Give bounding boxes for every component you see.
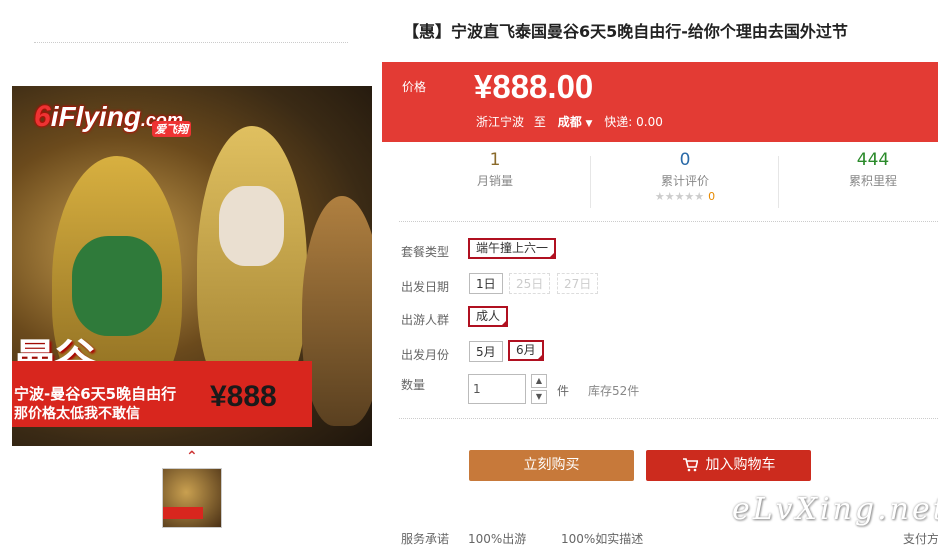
option-label-crowd: 出游人群 <box>401 313 450 327</box>
option-date-1[interactable]: 1日 <box>469 273 503 294</box>
banner-line-2: 那价格太低我不敢信 <box>14 406 140 422</box>
add-to-cart-button[interactable]: 加入购物车 <box>646 450 811 481</box>
divider <box>399 418 938 419</box>
mask-figure-background <box>302 196 372 426</box>
cart-icon <box>682 458 698 472</box>
left-divider <box>34 42 348 43</box>
add-to-cart-label: 加入购物车 <box>705 457 776 473</box>
payment-label: 支付方 <box>903 532 938 546</box>
shipping-to: 至 <box>533 115 546 129</box>
option-date-25[interactable]: 25日 <box>509 273 551 294</box>
shipping-cost: 快递: 0.00 <box>604 115 663 129</box>
price-label: 价格 <box>402 80 427 94</box>
rating-stars-icon: ★★★★★ 0 <box>654 190 716 203</box>
quantity-increment-icon[interactable]: ▲ <box>531 374 547 388</box>
option-label-package: 套餐类型 <box>401 245 450 259</box>
quantity-input[interactable]: 1 <box>468 374 526 404</box>
banner-price: ¥888 <box>210 380 277 413</box>
image-promo-banner: 宁波-曼谷6天5晚自由行 那价格太低我不敢信 ¥888 <box>12 361 312 427</box>
quantity-unit: 件 <box>557 384 570 398</box>
option-date-27[interactable]: 27日 <box>557 273 599 294</box>
banner-line-1: 宁波-曼谷6天5晚自由行 <box>14 385 177 403</box>
product-thumbnail[interactable] <box>162 468 222 528</box>
destination-dropdown[interactable]: 成都 <box>558 115 582 129</box>
option-month-6[interactable]: 6月 <box>508 340 544 361</box>
service-label: 服务承诺 <box>401 532 450 546</box>
divider <box>399 221 938 222</box>
quantity-decrement-icon[interactable]: ▼ <box>531 390 547 404</box>
stock-count: 库存52件 <box>588 384 640 398</box>
stat-mileage: 444 累积里程 <box>848 150 897 188</box>
shipping-info: 浙江宁波 至 成都 ▼ 快递: 0.00 <box>476 113 663 130</box>
product-main-image[interactable]: 6iFlying.com 爱飞翔 曼谷 宁波-曼谷6天5晚自由行 那价格太低我不… <box>12 86 372 446</box>
chevron-down-icon[interactable]: ▼ <box>586 119 593 129</box>
price-value: ¥888.00 <box>474 68 594 105</box>
service-item-description: 100%如实描述 <box>561 532 644 546</box>
option-package-selected[interactable]: 端午撞上六一 <box>468 238 557 259</box>
option-label-date: 出发日期 <box>401 280 450 294</box>
stat-monthly-sales: 1 月销量 <box>476 150 513 188</box>
price-panel: 价格 ¥888.00 浙江宁波 至 成都 ▼ 快递: 0.00 <box>382 62 938 142</box>
buy-now-button[interactable]: 立刻购买 <box>469 450 634 481</box>
brand-logo-subtitle: 爱飞翔 <box>152 121 191 137</box>
stat-reviews[interactable]: 0 累计评价 ★★★★★ 0 <box>592 150 778 203</box>
service-item-travel: 100%出游 <box>468 532 527 546</box>
option-crowd-adult[interactable]: 成人 <box>468 306 509 327</box>
product-stats: 1 月销量 0 累计评价 ★★★★★ 0 444 累积里程 <box>392 150 938 212</box>
site-watermark: eLvXing.net <box>732 492 938 527</box>
option-month-5[interactable]: 5月 <box>469 341 503 362</box>
quantity-label: 数量 <box>401 378 426 392</box>
shipping-origin: 浙江宁波 <box>476 115 525 129</box>
product-title: 【惠】宁波直飞泰国曼谷6天5晚自由行-给你个理由去国外过节 <box>403 22 848 41</box>
chevron-up-icon[interactable]: ⌃ <box>186 449 198 465</box>
option-label-month: 出发月份 <box>401 348 450 362</box>
